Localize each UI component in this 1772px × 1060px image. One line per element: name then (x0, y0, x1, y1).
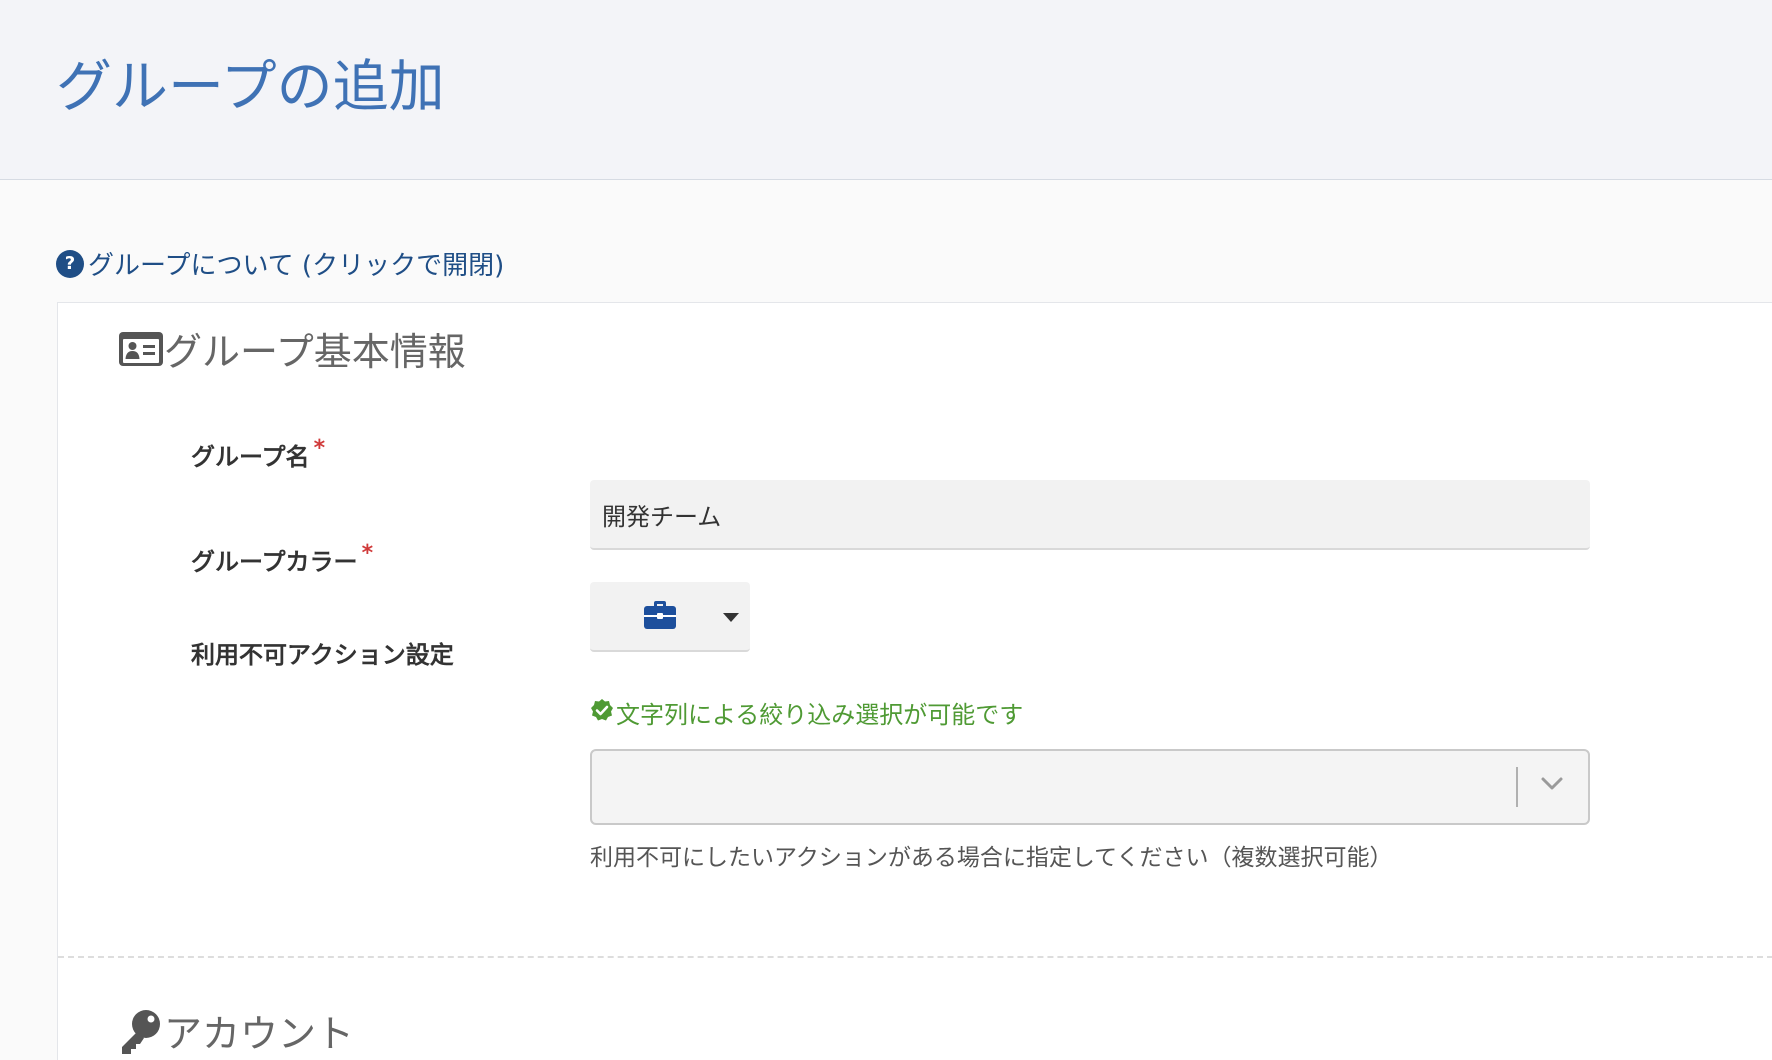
restricted-actions-help: 利用不可にしたいアクションがある場合に指定してください（複数選択可能） (590, 845, 1393, 871)
group-help-toggle[interactable]: ? グループについて (クリックで開閉) (56, 245, 504, 282)
page-header: グループの追加 (0, 0, 1772, 180)
key-icon (118, 1007, 164, 1055)
group-color-select[interactable] (590, 582, 750, 652)
group-name-input[interactable] (590, 480, 1590, 550)
page-title: グループの追加 (56, 55, 445, 120)
id-card-icon (118, 330, 164, 368)
group-form-card: グループ基本情報 グループ名* グループカラー* 利用不可アクション設定 文字列… (57, 302, 1772, 1060)
basic-info-heading: グループ基本情報 (118, 321, 466, 376)
filter-hint-text: 文字列による絞り込み選択が可能です (616, 701, 1024, 729)
account-heading: アカウント (118, 1003, 354, 1058)
section-divider (58, 956, 1772, 958)
check-badge-icon (590, 698, 616, 728)
filter-hint: 文字列による絞り込み選択が可能です (590, 695, 1023, 730)
restricted-actions-label: 利用不可アクション設定 (191, 641, 454, 669)
required-mark: * (313, 436, 326, 461)
required-mark: * (361, 541, 374, 566)
caret-down-icon (723, 613, 739, 622)
question-circle-icon: ? (56, 249, 84, 278)
briefcase-icon (643, 600, 677, 634)
basic-info-heading-text: グループ基本情報 (164, 330, 466, 374)
group-help-label: グループについて (クリックで開閉) (88, 251, 505, 281)
chevron-down-icon[interactable] (1540, 776, 1564, 796)
account-heading-text: アカウント (164, 1012, 355, 1056)
group-color-label: グループカラー * (191, 541, 374, 576)
select-separator (1516, 767, 1518, 807)
restricted-actions-select[interactable] (590, 749, 1590, 825)
group-name-label: グループ名 * (191, 436, 326, 471)
